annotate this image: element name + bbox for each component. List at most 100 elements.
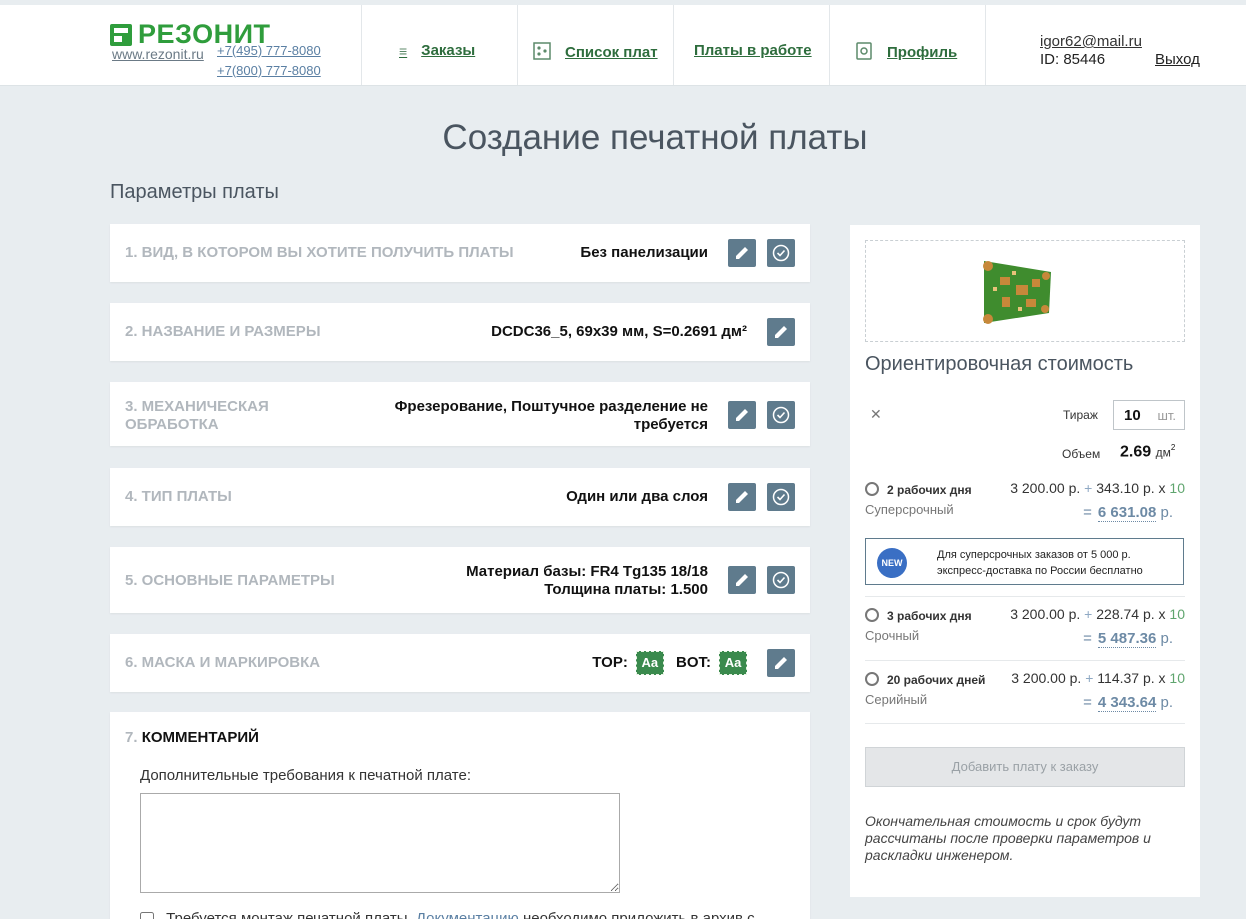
edit-button[interactable] — [728, 239, 756, 267]
comment-textarea[interactable] — [140, 793, 620, 893]
step-mask[interactable]: 6. МАСКА И МАРКИРОВКА TOP: Aa BOT: Aa — [110, 634, 810, 692]
term-formula: 3 200.00 р. + 343.10 р. x 10 — [1010, 480, 1185, 496]
term-qty: 10 — [1169, 670, 1185, 686]
step-value-line: Фрезерование, Поштучное разделение не — [394, 398, 708, 415]
confirm-button[interactable] — [767, 566, 795, 594]
logout-link[interactable]: Выход — [1155, 51, 1200, 68]
check-circle-icon — [772, 244, 790, 262]
step-value-line: Толщина платы: 1.500 — [544, 581, 708, 598]
term-base: 3 200.00 р. — [1011, 670, 1082, 686]
nav-orders[interactable]: ≡ Заказы — [399, 42, 475, 59]
step-value: DCDC36_5, 69x39 мм, S=0.2691 дм² — [491, 323, 747, 340]
term-formula: 3 200.00 р. + 114.37 р. x 10 — [1011, 670, 1185, 686]
site-link[interactable]: www.rezonit.ru — [112, 46, 204, 62]
check-circle-icon — [772, 488, 790, 506]
term-plus: + — [1085, 670, 1094, 686]
profile-icon — [855, 42, 873, 63]
promo-text: Для суперсрочных заказов от 5 000 р. экс… — [937, 547, 1143, 579]
nav-in-work[interactable]: Платы в работе — [694, 42, 812, 59]
step-label: 2. НАЗВАНИЕ И РАЗМЕРЫ — [125, 323, 321, 340]
promo-line: Для суперсрочных заказов от 5 000 р. — [937, 549, 1131, 561]
term-radio[interactable] — [865, 672, 879, 686]
term-qty: 10 — [1169, 606, 1185, 622]
term-option-3-days[interactable]: 3 рабочих дня Срочный 3 200.00 р. + 228.… — [865, 606, 1185, 678]
mask-top-chip[interactable]: Aa — [635, 651, 664, 675]
mask-top-label: TOP: — [592, 653, 628, 671]
step-value: Фрезерование, Поштучное разделение не тр… — [395, 398, 708, 434]
pencil-icon — [736, 247, 748, 259]
pencil-icon — [736, 491, 748, 503]
cost-title: Ориентировочная стоимость — [865, 353, 1134, 375]
nav-boards[interactable]: Список плат — [533, 42, 658, 63]
list-icon: ≡ — [399, 42, 408, 59]
confirm-button[interactable] — [767, 239, 795, 267]
nav-orders-label: Заказы — [421, 42, 476, 59]
phone-2[interactable]: +7(800) 777-8080 — [217, 63, 321, 78]
nav-divider — [517, 5, 518, 85]
term-total-value: 5 487.36 — [1097, 630, 1157, 648]
cost-note: Окончательная стоимость и срок будут рас… — [865, 813, 1151, 863]
term-kind: Суперсрочный — [865, 502, 954, 517]
term-days: 3 рабочих дня — [887, 609, 972, 623]
add-to-order-button[interactable]: Добавить плату к заказу — [865, 747, 1185, 787]
step-label-line: ОБРАБОТКА — [125, 416, 219, 433]
edit-button[interactable] — [767, 318, 795, 346]
user-email[interactable]: igor62@mail.ru — [1040, 33, 1142, 50]
documentation-link[interactable]: Документацию — [416, 910, 519, 919]
term-days: 2 рабочих дня — [887, 483, 972, 497]
divider — [865, 660, 1185, 661]
term-option-20-days[interactable]: 20 рабочих дней Серийный 3 200.00 р. + 1… — [865, 670, 1185, 742]
step-value: Материал базы: FR4 Tg135 18/18 Толщина п… — [466, 563, 708, 599]
term-radio[interactable] — [865, 608, 879, 622]
term-total-value: 6 631.08 — [1097, 504, 1157, 522]
assembly-checkbox[interactable] — [140, 912, 154, 919]
mask-values: TOP: Aa BOT: Aa — [592, 651, 747, 675]
step-view[interactable]: 1. ВИД, В КОТОРОМ ВЫ ХОТИТЕ ПОЛУЧИТЬ ПЛА… — [110, 224, 810, 282]
step-label: 6. МАСКА И МАРКИРОВКА — [125, 654, 321, 671]
step-board-type[interactable]: 4. ТИП ПЛАТЫ Один или два слоя — [110, 468, 810, 526]
edit-button[interactable] — [728, 566, 756, 594]
confirm-button[interactable] — [767, 401, 795, 429]
divider — [865, 596, 1185, 597]
assembly-text-rest: необходимо приложить в архив с — [518, 910, 755, 919]
tirazh-input[interactable]: 10 шт. — [1113, 400, 1185, 430]
step-value: Без панелизации — [580, 244, 708, 261]
assembly-checkbox-row[interactable]: Требуется монтаж печатной платы. Докумен… — [140, 910, 755, 919]
term-per-unit: 343.10 р. x — [1096, 480, 1166, 496]
logo-icon — [110, 23, 132, 46]
step-main-params[interactable]: 5. ОСНОВНЫЕ ПАРАМЕТРЫ Материал базы: FR4… — [110, 547, 810, 613]
edit-button[interactable] — [728, 483, 756, 511]
term-days: 20 рабочих дней — [887, 673, 986, 687]
pcb-image — [983, 261, 1051, 324]
term-kind: Срочный — [865, 628, 920, 643]
confirm-button[interactable] — [767, 483, 795, 511]
term-total: = 5 487.36 р. — [1083, 630, 1173, 648]
nav-profile-label: Профиль — [887, 44, 958, 61]
edit-button[interactable] — [767, 649, 795, 677]
step-number: 7. — [125, 729, 138, 746]
term-kind: Серийный — [865, 692, 928, 707]
phone-1[interactable]: +7(495) 777-8080 — [217, 43, 321, 58]
pencil-icon — [736, 574, 748, 586]
mask-bot-chip[interactable]: Aa — [719, 651, 747, 675]
step-mechanical[interactable]: 3. МЕХАНИЧЕСКАЯ ОБРАБОТКА Фрезерование, … — [110, 382, 810, 446]
term-radio[interactable] — [865, 482, 879, 496]
term-formula: 3 200.00 р. + 228.74 р. x 10 — [1010, 606, 1185, 622]
term-qty: 10 — [1169, 480, 1185, 496]
check-circle-icon — [772, 571, 790, 589]
close-icon[interactable]: ✕ — [870, 406, 882, 423]
step-label: 5. ОСНОВНЫЕ ПАРАМЕТРЫ — [125, 572, 335, 589]
edit-button[interactable] — [728, 401, 756, 429]
term-plus: + — [1084, 606, 1093, 622]
check-circle-icon — [772, 406, 790, 424]
nav-divider — [673, 5, 674, 85]
step-label: 1. ВИД, В КОТОРОМ ВЫ ХОТИТЕ ПОЛУЧИТЬ ПЛА… — [125, 244, 514, 261]
nav-profile[interactable]: Профиль — [855, 42, 957, 63]
term-total-value: 4 343.64 — [1097, 694, 1157, 712]
step-name-size[interactable]: 2. НАЗВАНИЕ И РАЗМЕРЫ DCDC36_5, 69x39 мм… — [110, 303, 810, 361]
nav-divider — [829, 5, 830, 85]
step-label: 7. КОММЕНТАРИЙ — [125, 729, 259, 747]
term-base: 3 200.00 р. — [1010, 606, 1081, 622]
new-badge-icon: NEW — [877, 548, 907, 578]
volume-number: 2.69 — [1120, 443, 1152, 461]
